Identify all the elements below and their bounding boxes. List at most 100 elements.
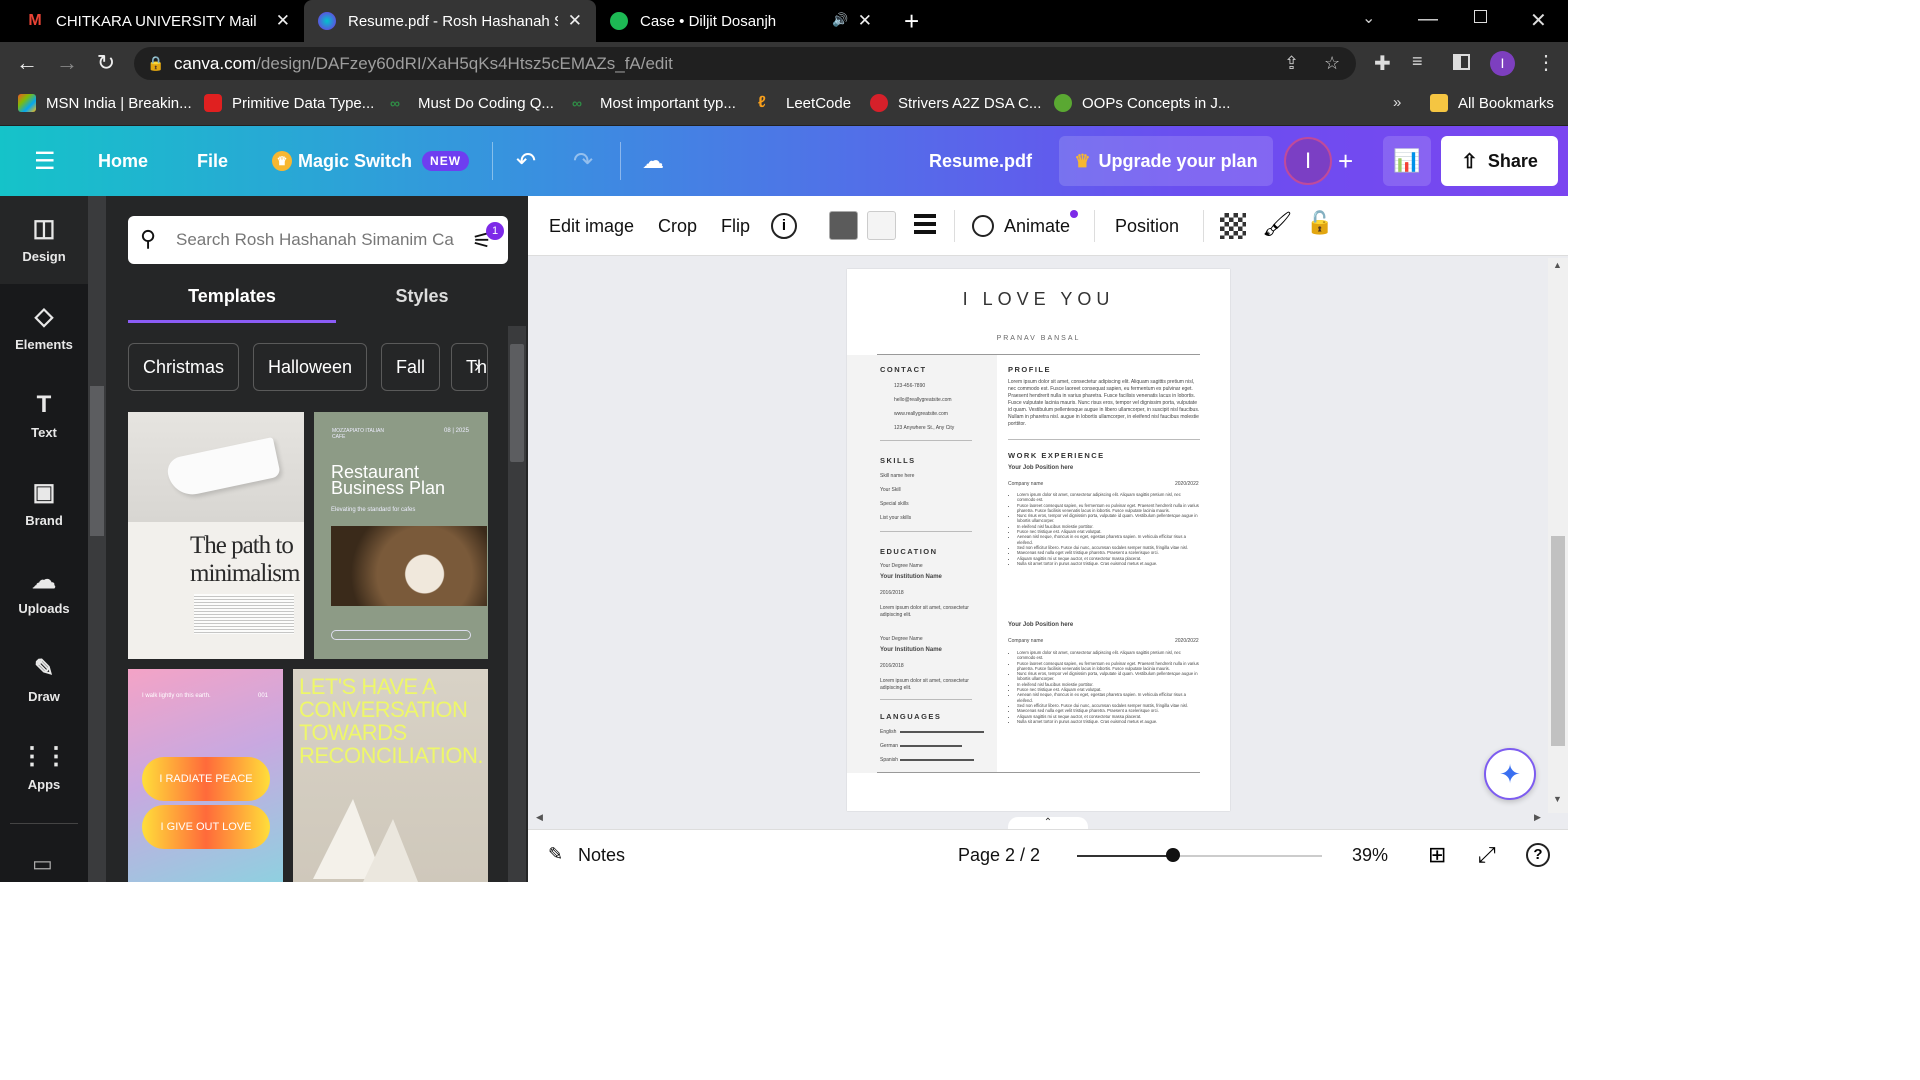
position-button[interactable]: Position <box>1115 196 1179 256</box>
template-thumb-minimalism[interactable]: The path to minimalism <box>128 412 304 659</box>
add-collaborator-button[interactable]: + <box>1338 126 1353 196</box>
scroll-right-arrow[interactable]: ▶ <box>1534 812 1541 823</box>
sidebar-item-brand[interactable]: ▣ Brand <box>0 460 88 548</box>
fullscreen-icon[interactable]: ⤢ <box>1478 842 1496 868</box>
all-bookmarks[interactable]: All Bookmarks <box>1430 84 1554 122</box>
new-tab-button[interactable]: + <box>904 6 919 37</box>
grid-view-icon[interactable]: ⊞ <box>1428 842 1446 868</box>
tab-spotify[interactable]: Case • Diljit Dosanjh 🔊 ✕ <box>596 0 886 42</box>
bookmark-leetcode[interactable]: ℓ LeetCode <box>758 84 851 122</box>
share-button[interactable]: ⇧ Share <box>1441 136 1558 186</box>
fill-color-swatch[interactable] <box>829 211 858 240</box>
media-control-icon[interactable]: ≡ <box>1412 51 1423 72</box>
forward-button[interactable]: → <box>54 50 80 76</box>
chip-christmas[interactable]: Christmas <box>128 343 240 391</box>
profile-avatar[interactable]: I <box>1490 51 1515 76</box>
notes-icon: ✎ <box>548 844 564 864</box>
scroll-up-arrow[interactable]: ▲ <box>1553 260 1562 270</box>
more-bookmarks-icon[interactable]: » <box>1393 94 1401 111</box>
border-color-swatch[interactable] <box>867 211 896 240</box>
magic-switch-button[interactable]: ♛ Magic Switch NEW <box>272 126 470 196</box>
magic-assistant-button[interactable]: ✦ <box>1484 748 1536 800</box>
paint-roller-icon[interactable]: 🖌 <box>1262 210 1292 239</box>
template-thumb-reconciliation[interactable]: LET'S HAVE A CONVERSATION TOWARDS RECONC… <box>293 669 488 882</box>
bookmark-must-do[interactable]: ∞ Must Do Coding Q... <box>390 84 554 122</box>
back-button[interactable]: ← <box>14 50 40 76</box>
lock-icon[interactable]: 🔓 <box>1306 210 1333 236</box>
share-page-icon[interactable]: ⇪ <box>1284 47 1299 80</box>
notes-button[interactable]: Notes <box>578 845 625 866</box>
bookmark-strivers[interactable]: Strivers A2Z DSA C... <box>870 84 1041 122</box>
chevron-right-icon[interactable]: › <box>474 356 480 377</box>
animate-button[interactable]: Animate <box>972 196 1070 256</box>
browser-menu-icon[interactable]: ⋮ <box>1536 50 1556 75</box>
transparency-icon[interactable] <box>1220 213 1246 239</box>
info-icon[interactable]: i <box>771 213 797 239</box>
sidebar-item-apps[interactable]: ⋮⋮ Apps <box>0 724 88 812</box>
sidebar-scroll-thumb[interactable] <box>90 386 104 536</box>
extensions-icon[interactable]: ✚ <box>1374 51 1391 76</box>
edit-image-button[interactable]: Edit image <box>549 196 634 256</box>
minimize-button[interactable]: — <box>1418 8 1438 31</box>
zoom-slider-handle[interactable] <box>1166 848 1180 862</box>
reload-button[interactable]: ↻ <box>93 50 119 76</box>
template-thumb-restaurant[interactable]: MOZZAPIATO ITALIAN CAFE 08 | 2025 Restau… <box>314 412 488 659</box>
sidebar-label: Elements <box>15 336 73 352</box>
menu-icon[interactable]: ☰ <box>34 126 56 196</box>
chip-fall[interactable]: Fall <box>381 343 441 391</box>
redo-button[interactable]: ↷ <box>573 126 593 196</box>
upgrade-plan-button[interactable]: ♛ Upgrade your plan <box>1059 136 1273 186</box>
scroll-down-arrow[interactable]: ▼ <box>1553 794 1562 804</box>
close-tab-icon[interactable]: ✕ <box>568 11 582 31</box>
bookmark-star-icon[interactable]: ☆ <box>1324 47 1340 80</box>
close-tab-icon[interactable]: ✕ <box>276 11 290 31</box>
close-window-button[interactable]: ✕ <box>1530 8 1547 33</box>
undo-button[interactable]: ↶ <box>516 126 536 196</box>
help-icon[interactable]: ? <box>1526 843 1550 867</box>
resume-page[interactable]: I LOVE YOU PRANAV BANSAL CONTACT 123-456… <box>847 269 1230 811</box>
restore-button[interactable] <box>1474 10 1487 23</box>
flip-button[interactable]: Flip <box>721 196 750 256</box>
insights-icon[interactable]: 📊 <box>1383 136 1431 186</box>
border-style-icon[interactable] <box>914 214 936 234</box>
tab-templates[interactable]: Templates <box>128 286 336 307</box>
collaborator-avatar[interactable]: I <box>1284 137 1332 185</box>
speaker-icon[interactable]: 🔊 <box>832 12 848 28</box>
cloud-saved-icon[interactable]: ☁ <box>642 126 664 196</box>
side-panel-icon[interactable] <box>1453 54 1470 70</box>
thumb-line1: I RADIATE PEACE <box>142 757 270 801</box>
bookmark-most-important[interactable]: ∞ Most important typ... <box>572 84 736 122</box>
education-heading: EDUCATION <box>880 547 938 556</box>
canvas-scroll-thumb[interactable] <box>1551 536 1565 746</box>
tab-canva[interactable]: Resume.pdf - Rosh Hashanah Sir ✕ <box>304 0 596 42</box>
crop-button[interactable]: Crop <box>658 196 697 256</box>
url-field[interactable]: 🔒 canva.com/design/DAFzey60dRI/XaH5qKs4H… <box>134 47 1356 80</box>
zoom-level[interactable]: 39% <box>1352 845 1388 866</box>
scroll-left-arrow[interactable]: ◀ <box>536 812 543 823</box>
chip-more[interactable]: Th <box>451 343 488 391</box>
folder-icon[interactable]: ▭ <box>32 851 53 877</box>
page-indicator[interactable]: Page 2 / 2 <box>958 845 1040 866</box>
tab-gmail[interactable]: M CHITKARA UNIVERSITY Mail ✕ <box>14 0 304 42</box>
sidebar-item-draw[interactable]: ✎ Draw <box>0 636 88 724</box>
bullet-item: Lorem ipsum dolor sit amet, consectetur … <box>1017 650 1200 661</box>
close-tab-icon[interactable]: ✕ <box>858 11 872 31</box>
bookmark-oops[interactable]: OOPs Concepts in J... <box>1054 84 1230 122</box>
sidebar-item-elements[interactable]: ◇ Elements <box>0 284 88 372</box>
tab-search-icon[interactable]: ⌄ <box>1362 8 1375 28</box>
file-menu[interactable]: File <box>197 126 228 196</box>
sidebar-item-design[interactable]: ◫ Design <box>0 196 88 284</box>
home-button[interactable]: Home <box>98 126 148 196</box>
sidebar-item-text[interactable]: T Text <box>0 372 88 460</box>
template-search-input[interactable]: Search Rosh Hashanah Simanim Ca <box>128 216 508 264</box>
sidebar-item-uploads[interactable]: ☁ Uploads <box>0 548 88 636</box>
panel-scroll-thumb[interactable] <box>510 344 524 462</box>
bookmark-msn[interactable]: MSN India | Breakin... <box>18 84 192 122</box>
tab-styles[interactable]: Styles <box>336 286 508 307</box>
doc-title[interactable]: Resume.pdf <box>929 126 1032 196</box>
template-thumb-peace[interactable]: I walk lightly on this earth. 001 I RADI… <box>128 669 283 882</box>
panel-scroll-track[interactable] <box>88 196 106 882</box>
bookmark-primitive[interactable]: Primitive Data Type... <box>204 84 374 122</box>
chip-halloween[interactable]: Halloween <box>253 343 368 391</box>
upgrade-label: Upgrade your plan <box>1098 150 1258 171</box>
